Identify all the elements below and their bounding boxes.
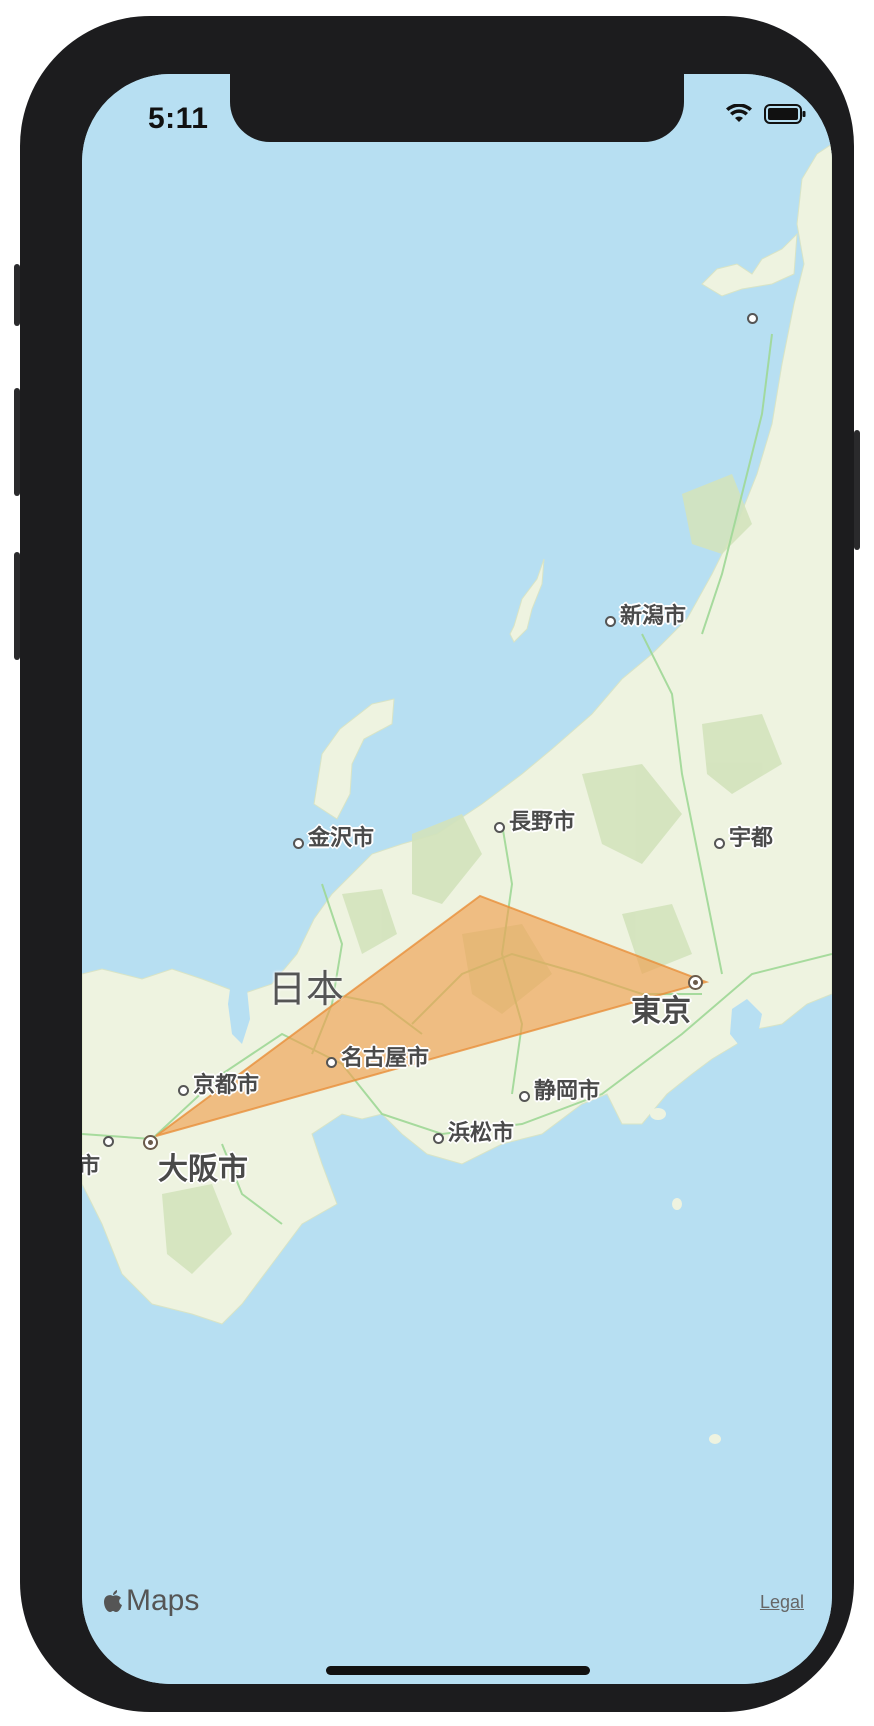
legal-link[interactable]: Legal: [760, 1592, 804, 1613]
city-marker-kanazawa[interactable]: [293, 838, 304, 849]
city-marker-osaka[interactable]: [143, 1135, 158, 1150]
country-label-japan: 日本: [268, 967, 345, 1011]
camera-notch: [230, 74, 684, 142]
mute-switch: [14, 264, 20, 326]
city-label-niigata[interactable]: 新潟市: [620, 598, 686, 630]
city-label-kobe-partial[interactable]: 市: [82, 1148, 100, 1180]
city-marker-kobe[interactable]: [103, 1136, 114, 1147]
volume-up-button: [14, 388, 20, 496]
volume-down-button: [14, 552, 20, 660]
city-label-tokyo[interactable]: 東京: [631, 986, 691, 1030]
city-label-nagoya[interactable]: 名古屋市: [341, 1040, 429, 1072]
battery-icon: [764, 104, 806, 124]
city-marker-kyoto[interactable]: [178, 1085, 189, 1096]
phone-frame: 5:11 新潟市 金沢市 長野市 宇都 日本 東京 名古屋市 京都市 静岡市 浜…: [14, 16, 860, 1712]
map-screen[interactable]: 5:11 新潟市 金沢市 長野市 宇都 日本 東京 名古屋市 京都市 静岡市 浜…: [82, 74, 832, 1684]
status-indicators: [726, 104, 806, 124]
home-indicator[interactable]: [326, 1666, 590, 1675]
city-label-utsunomiya[interactable]: 宇都: [729, 820, 773, 852]
city-label-shizuoka[interactable]: 静岡市: [534, 1073, 600, 1105]
apple-icon: [104, 1590, 122, 1612]
power-button: [854, 430, 860, 550]
map-canvas[interactable]: [82, 74, 832, 1684]
city-marker-north[interactable]: [747, 313, 758, 324]
city-marker-nagano[interactable]: [494, 822, 505, 833]
city-marker-nagoya[interactable]: [326, 1057, 337, 1068]
city-label-osaka[interactable]: 大阪市: [158, 1144, 248, 1188]
city-label-kanazawa[interactable]: 金沢市: [308, 820, 374, 852]
city-label-nagano[interactable]: 長野市: [509, 804, 575, 836]
city-label-kyoto[interactable]: 京都市: [193, 1067, 259, 1099]
city-marker-shizuoka[interactable]: [519, 1091, 530, 1102]
maps-brand-text: Maps: [126, 1584, 200, 1617]
apple-maps-logo: Maps: [102, 1584, 199, 1618]
wifi-icon: [726, 104, 752, 122]
city-marker-utsunomiya[interactable]: [714, 838, 725, 849]
city-marker-niigata[interactable]: [605, 616, 616, 627]
city-label-hamamatsu[interactable]: 浜松市: [448, 1115, 514, 1147]
status-time: 5:11: [148, 102, 209, 135]
city-marker-hamamatsu[interactable]: [433, 1133, 444, 1144]
